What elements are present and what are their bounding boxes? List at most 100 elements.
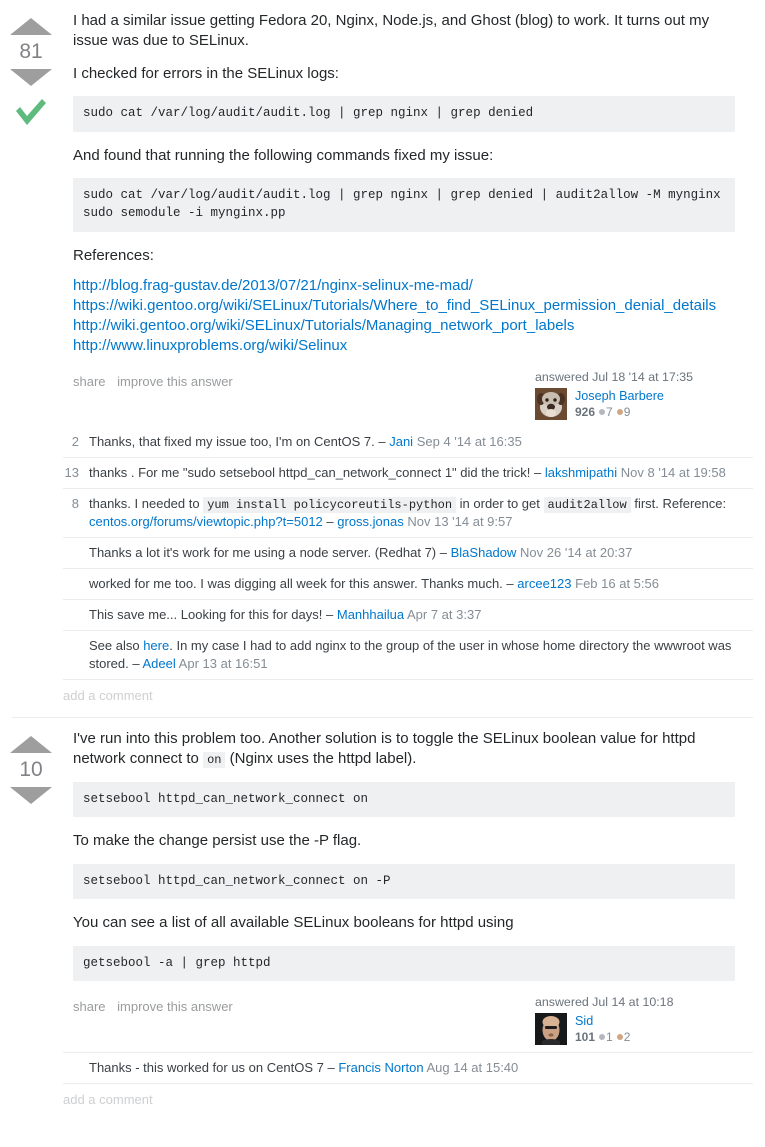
bronze-badge-count: 2 xyxy=(623,1030,631,1045)
user-name-link[interactable]: Sid xyxy=(575,1013,630,1029)
comment-user-link[interactable]: BlaShadow xyxy=(451,545,517,560)
comment-text: worked for me too. I was digging all wee… xyxy=(89,576,503,592)
add-comment-row-1: add a comment xyxy=(63,679,753,703)
upvote-arrow-icon[interactable] xyxy=(10,18,52,35)
add-comment-link[interactable]: add a comment xyxy=(63,688,153,703)
comments-list-1: 2 Thanks, that fixed my issue too, I'm o… xyxy=(63,425,753,703)
reference-link[interactable]: http://wiki.gentoo.org/wiki/SELinux/Tuto… xyxy=(73,316,735,336)
vote-cell-2: 10 xyxy=(0,718,62,805)
comment-user-link[interactable]: Jani xyxy=(389,434,413,449)
downvote-arrow-icon[interactable] xyxy=(10,787,52,805)
user-reputation: 101 1 2 xyxy=(575,1030,630,1046)
comment-text-post: first. Reference: xyxy=(630,495,727,511)
share-link[interactable]: share xyxy=(73,999,106,1014)
comment: Thanks a lot it's work for me using a no… xyxy=(63,537,753,568)
comment-body: Thanks, that fixed my issue too, I'm on … xyxy=(89,433,753,451)
comment-dash: – xyxy=(327,1059,335,1075)
comment: 8 thanks. I needed to yum install policy… xyxy=(63,487,753,537)
answer-paragraph: I checked for errors in the SELinux logs… xyxy=(73,64,339,82)
improve-answer-link[interactable]: improve this answer xyxy=(117,374,233,389)
comment-text: Thanks, that fixed my issue too, I'm on … xyxy=(89,434,375,450)
comment-date: Nov 26 '14 at 20:37 xyxy=(520,545,633,561)
answer-paragraph: You can see a list of all available SELi… xyxy=(73,913,514,931)
reference-links: http://blog.frag-gustav.de/2013/07/21/ng… xyxy=(73,276,735,356)
avatar[interactable] xyxy=(535,388,567,421)
code-block: setsebool httpd_can_network_connect on xyxy=(73,781,735,817)
comment: 13 thanks . For me "sudo setsebool httpd… xyxy=(63,457,753,488)
comment-user-link[interactable]: gross.jonas xyxy=(337,514,403,529)
comment-dash: – xyxy=(439,545,447,561)
post-footer-2: share improve this answer answered Jul 1… xyxy=(73,995,735,1050)
comment-date: Aug 14 at 15:40 xyxy=(426,1059,519,1075)
comment-user-link[interactable]: Adeel xyxy=(143,656,176,671)
answer-paragraph: To make the change persist use the -P fl… xyxy=(73,831,362,849)
comment: This save me... Looking for this for day… xyxy=(63,599,753,630)
comment-body: This save me... Looking for this for day… xyxy=(89,606,753,624)
code-block: setsebool httpd_can_network_connect on -… xyxy=(73,863,735,899)
reference-link[interactable]: http://www.linuxproblems.org/wiki/Selinu… xyxy=(73,336,735,356)
bronze-badge-count: 9 xyxy=(623,405,631,420)
comment-reference-link[interactable]: centos.org/forums/viewtopic.php?t=5012 xyxy=(89,514,323,529)
comment-body: Thanks a lot it's work for me using a no… xyxy=(89,544,753,562)
upvote-arrow-icon[interactable] xyxy=(10,736,52,754)
comment-user-link[interactable]: Francis Norton xyxy=(338,1060,423,1075)
answer-2: 10 I've run into this problem too. Anoth… xyxy=(0,718,765,1050)
comment-text: thanks . For me "sudo setsebool httpd_ca… xyxy=(89,465,531,480)
reference-link[interactable]: https://wiki.gentoo.org/wiki/SELinux/Tut… xyxy=(73,296,735,316)
silver-badge-icon xyxy=(599,409,606,416)
comment: See also here. In my case I had to add n… xyxy=(63,630,753,679)
reference-link[interactable]: http://blog.frag-gustav.de/2013/07/21/ng… xyxy=(73,276,735,296)
answer-signature-1: answered Jul 18 '14 at 17:35 Joseph Barb… xyxy=(535,370,735,421)
answer-signature-2: answered Jul 14 at 10:18 Sid 101 1 2 xyxy=(535,995,735,1046)
answered-timestamp: answered Jul 18 '14 at 17:35 xyxy=(535,370,694,385)
code-block: getsebool -a | grep httpd xyxy=(73,945,735,981)
comment-text: Thanks - this worked for us on CentOS 7 xyxy=(89,1059,324,1075)
comment-score: 13 xyxy=(64,465,79,480)
accepted-answer-checkmark-icon xyxy=(13,97,49,127)
reputation-count: 101 xyxy=(575,1030,596,1045)
comment-date: Feb 16 at 5:56 xyxy=(575,576,659,592)
answer-paragraph: I had a similar issue getting Fedora 20,… xyxy=(73,12,710,49)
comment-text: This save me... Looking for this for day… xyxy=(89,607,323,623)
comment-text: Thanks a lot it's work for me using a no… xyxy=(89,545,437,561)
vote-cell-1: 81 xyxy=(0,0,62,127)
share-link[interactable]: share xyxy=(73,374,106,389)
user-name-link[interactable]: Joseph Barbere xyxy=(575,388,664,404)
add-comment-row-2: add a comment xyxy=(63,1082,753,1107)
comment-body: thanks. I needed to yum install policyco… xyxy=(89,495,753,531)
comment: 2 Thanks, that fixed my issue too, I'm o… xyxy=(63,427,753,457)
post-menu-1: share improve this answer xyxy=(73,370,241,389)
silver-badge-icon xyxy=(599,1033,606,1040)
bronze-badge-icon xyxy=(616,1033,623,1040)
comment-date: Nov 13 '14 at 9:57 xyxy=(407,514,513,530)
add-comment-link[interactable]: add a comment xyxy=(63,1092,153,1107)
silver-badge-count: 7 xyxy=(606,405,613,420)
comment-inline-link[interactable]: here xyxy=(143,638,169,653)
post-cell-1: I had a similar issue getting Fedora 20,… xyxy=(62,0,765,425)
comment-date: Sep 4 '14 at 16:35 xyxy=(416,434,522,450)
improve-answer-link[interactable]: improve this answer xyxy=(117,999,233,1014)
comment-score: 2 xyxy=(71,434,79,450)
comment: worked for me too. I was digging all wee… xyxy=(63,568,753,599)
comment-dash: – xyxy=(378,434,386,450)
reputation-count: 926 xyxy=(575,405,596,420)
downvote-arrow-icon[interactable] xyxy=(10,69,52,86)
post-menu-2: share improve this answer xyxy=(73,995,241,1014)
comment-user-link[interactable]: arcee123 xyxy=(517,576,571,591)
comment-body: See also here. In my case I had to add n… xyxy=(89,637,753,673)
comments-list-2: Thanks - this worked for us on CentOS 7 … xyxy=(63,1050,753,1107)
code-block: sudo cat /var/log/audit/audit.log | grep… xyxy=(73,96,735,132)
post-cell-2: I've run into this problem too. Another … xyxy=(62,718,765,1050)
answered-timestamp: answered Jul 14 at 10:18 xyxy=(535,994,674,1009)
comment: Thanks - this worked for us on CentOS 7 … xyxy=(63,1051,753,1083)
vote-count: 10 xyxy=(19,758,43,782)
comment-user-link[interactable]: Manhhailua xyxy=(337,607,404,622)
answer-paragraph: I've run into this problem too. Another … xyxy=(73,729,735,769)
code-block: sudo cat /var/log/audit/audit.log | grep… xyxy=(73,178,735,232)
answer-text-post: (Nginx uses the httpd label). xyxy=(225,749,417,767)
answer-body-2: I've run into this problem too. Another … xyxy=(73,729,735,981)
answer-1: 81 I had a similar issue getting Fedora … xyxy=(0,0,765,425)
comment-user-link[interactable]: lakshmipathi xyxy=(545,465,617,480)
post-footer-1: share improve this answer answered Jul 1… xyxy=(73,370,735,425)
avatar[interactable] xyxy=(535,1012,567,1045)
